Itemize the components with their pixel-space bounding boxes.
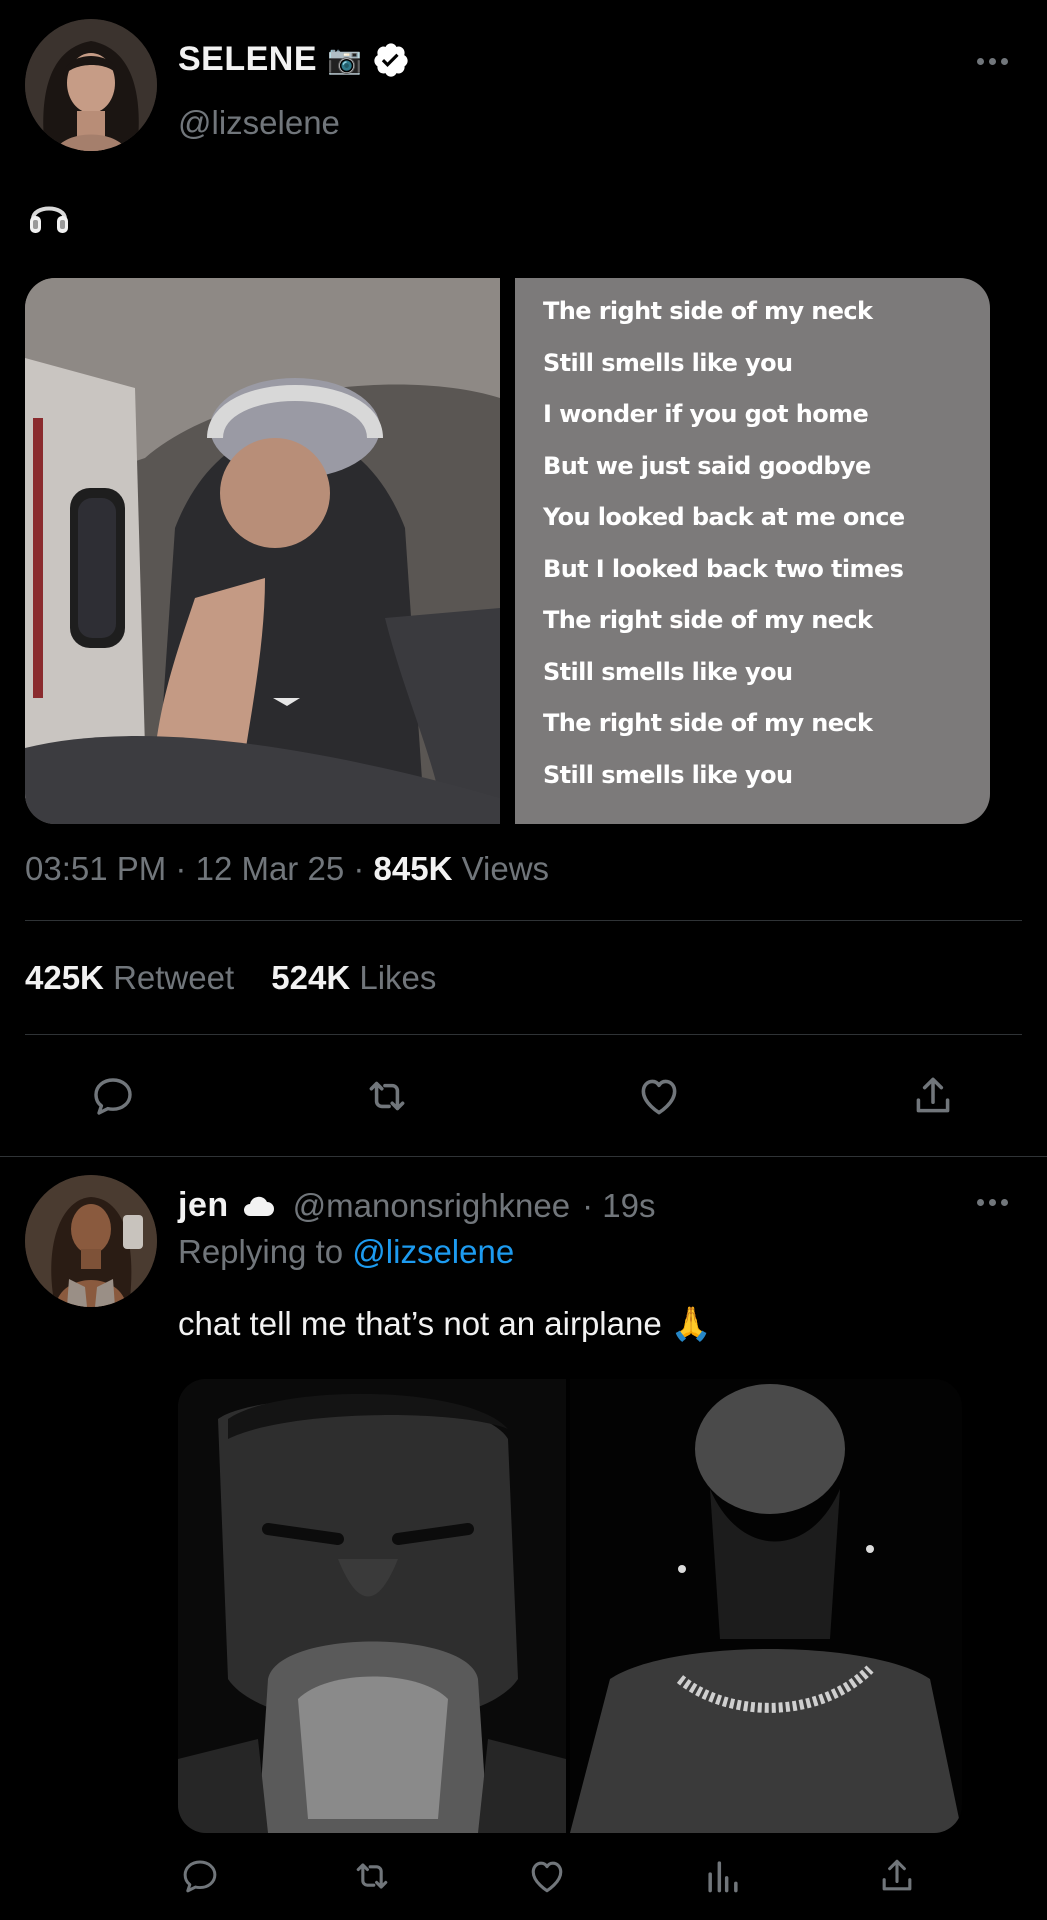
lyrics-list: The right side of my neck Still smells l… — [543, 296, 905, 811]
retweets-count: 425K — [25, 959, 104, 996]
headphones-icon — [27, 193, 71, 237]
views-count: 845K — [373, 850, 453, 887]
lyric-line: I wonder if you got home — [543, 400, 869, 428]
lyric-line: But I looked back two times — [543, 554, 904, 583]
meta-separator: · — [353, 850, 365, 887]
lyric-line: The right side of my neck — [543, 297, 873, 325]
pray-emoji: 🙏 — [670, 1304, 712, 1343]
more-options-icon[interactable] — [977, 58, 1008, 65]
divider — [25, 1034, 1022, 1035]
replying-to-label: Replying to — [178, 1233, 344, 1270]
lyric-line: The right side of my neck — [543, 709, 873, 737]
meta-separator: · — [175, 850, 187, 887]
reply-text: chat tell me that’s not an airplane 🙏 — [178, 1304, 712, 1344]
reply-author-avatar[interactable] — [25, 1175, 157, 1307]
reply-icon[interactable] — [87, 1071, 139, 1121]
author-avatar[interactable] — [25, 19, 157, 151]
reply-more-options-icon[interactable] — [977, 1199, 1008, 1206]
retweets-stat[interactable]: 425K Retweet — [25, 959, 243, 996]
reply-like-icon[interactable] — [524, 1854, 570, 1898]
reply-retweet-icon[interactable] — [348, 1854, 396, 1898]
reply-text-body: chat tell me that’s not an airplane — [178, 1305, 662, 1342]
replying-to: Replying to @lizselene — [178, 1233, 514, 1271]
share-icon[interactable] — [905, 1071, 961, 1121]
like-icon[interactable] — [633, 1071, 685, 1121]
reply-views-icon[interactable] — [700, 1854, 746, 1898]
likes-count: 524K — [271, 959, 351, 996]
lyric-line: Still smells like you — [543, 760, 793, 789]
author-handle[interactable]: @lizselene — [178, 104, 340, 142]
reply-photo-right[interactable] — [570, 1379, 962, 1833]
reply-reply-icon[interactable] — [178, 1854, 222, 1898]
lyric-line: But we just said goodbye — [543, 451, 871, 480]
tweet-photo[interactable] — [25, 278, 500, 824]
verified-badge-icon — [372, 41, 410, 79]
divider — [0, 1156, 1047, 1157]
tweet-time: 03:51 PM — [25, 850, 167, 887]
lyric-line: Still smells like you — [543, 657, 793, 686]
lyric-line: The right side of my neck — [543, 606, 873, 634]
tweet-date: 12 Mar 25 — [195, 850, 345, 887]
reply-author-name[interactable]: jen — [178, 1186, 229, 1225]
tweet-meta: 03:51 PM · 12 Mar 25 · 845K Views — [25, 850, 549, 888]
views-label: Views — [461, 850, 550, 887]
lyrics-card[interactable]: The right side of my neck Still smells l… — [515, 278, 990, 824]
likes-stat[interactable]: 524K Likes — [271, 959, 436, 996]
reply-share-icon[interactable] — [874, 1854, 920, 1898]
reply-photo-left[interactable] — [178, 1379, 566, 1833]
author-name[interactable]: SELENE — [178, 40, 317, 79]
lyric-line: You looked back at me once — [543, 503, 905, 531]
replying-to-handle[interactable]: @lizselene — [352, 1233, 514, 1270]
reply-time: · 19s — [582, 1186, 656, 1224]
camera-emoji: 📷 — [327, 43, 362, 76]
lyric-line: Still smells like you — [543, 348, 793, 377]
divider — [25, 920, 1022, 921]
retweet-icon[interactable] — [359, 1071, 415, 1121]
likes-label: Likes — [359, 959, 437, 996]
retweets-label: Retweet — [113, 959, 235, 996]
engagement-stats: 425K Retweet 524K Likes — [25, 959, 436, 997]
reply-author-handle[interactable]: @manonsrighknee — [293, 1187, 571, 1225]
cloud-icon — [241, 1194, 275, 1218]
